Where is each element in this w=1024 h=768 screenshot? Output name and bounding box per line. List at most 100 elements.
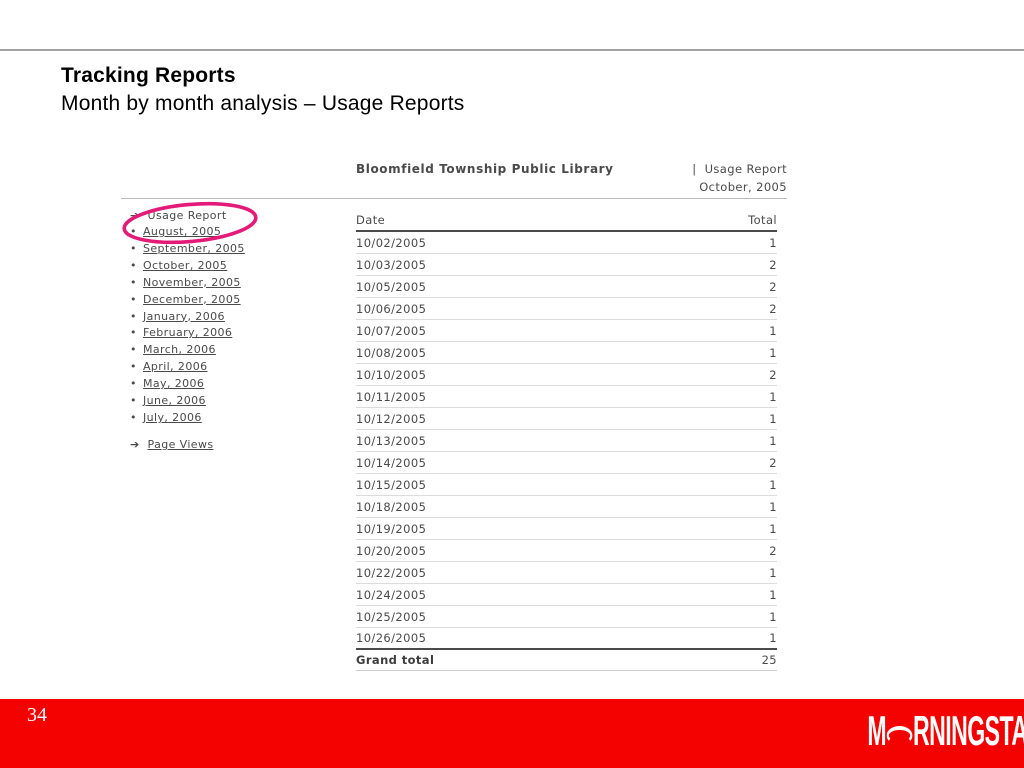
sidebar-item-page-views[interactable]: ➔ Page Views [130, 436, 340, 453]
library-name: Bloomfield Township Public Library [356, 162, 614, 176]
table-row: 10/03/2005 2 [356, 254, 777, 276]
total-cell: 1 [769, 631, 777, 645]
sidebar-month-item[interactable]: • July, 2006 [130, 410, 340, 427]
table-row: 10/13/2005 1 [356, 430, 777, 452]
sidebar-month-item[interactable]: • February, 2006 [130, 325, 340, 342]
sidebar-month-link[interactable]: December, 2005 [143, 293, 241, 306]
grand-total-row: Grand total 25 [356, 650, 777, 671]
report-divider [121, 198, 787, 199]
logo-text-suffix: RNINGSTAR [912, 707, 1024, 754]
usage-table-body: 10/02/2005 1 10/03/2005 2 10/05/2005 2 1… [356, 232, 777, 650]
report-type: | Usage Report [692, 162, 787, 176]
date-cell: 10/12/2005 [356, 412, 427, 426]
sidebar-month-link[interactable]: January, 2006 [143, 310, 225, 323]
sidebar-month-item[interactable]: • August, 2005 [130, 224, 340, 241]
sidebar-month-item[interactable]: • October, 2005 [130, 258, 340, 275]
table-row: 10/19/2005 1 [356, 518, 777, 540]
slide-subtitle: Month by month analysis – Usage Reports [61, 92, 465, 115]
sidebar-item-usage-report[interactable]: ➔ Usage Report [130, 207, 340, 224]
page-views-link[interactable]: Page Views [148, 438, 214, 451]
table-row: 10/22/2005 1 [356, 562, 777, 584]
sidebar-current-label: Usage Report [147, 209, 227, 222]
table-row: 10/08/2005 1 [356, 342, 777, 364]
sidebar-month-item[interactable]: • May, 2006 [130, 376, 340, 393]
sidebar-month-item[interactable]: • April, 2006 [130, 359, 340, 376]
table-row: 10/15/2005 1 [356, 474, 777, 496]
page-number: 34 [27, 704, 47, 726]
sidebar-month-link[interactable]: April, 2006 [143, 360, 208, 373]
slide-title: Tracking Reports [61, 64, 236, 87]
bullet-icon: • [130, 225, 137, 238]
date-cell: 10/07/2005 [356, 324, 427, 338]
report-header: Bloomfield Township Public Library | Usa… [356, 162, 787, 194]
date-cell: 10/13/2005 [356, 434, 427, 448]
date-column-header: Date [356, 213, 386, 227]
sidebar-month-item[interactable]: • March, 2006 [130, 342, 340, 359]
date-cell: 10/11/2005 [356, 390, 427, 404]
total-cell: 1 [769, 390, 777, 404]
date-cell: 10/08/2005 [356, 346, 427, 360]
date-cell: 10/15/2005 [356, 478, 427, 492]
total-column-header: Total [748, 213, 777, 227]
sidebar-month-link[interactable]: June, 2006 [143, 394, 206, 407]
sidebar-month-link[interactable]: February, 2006 [143, 326, 232, 339]
total-cell: 1 [769, 412, 777, 426]
sidebar-month-link[interactable]: July, 2006 [143, 411, 202, 424]
sidebar-month-link[interactable]: March, 2006 [143, 343, 216, 356]
table-row: 10/02/2005 1 [356, 232, 777, 254]
report-sidebar: ➔ Usage Report • August, 2005 • September,… [130, 207, 340, 453]
table-row: 10/14/2005 2 [356, 452, 777, 474]
date-cell: 10/24/2005 [356, 588, 427, 602]
sidebar-month-link[interactable]: September, 2005 [143, 242, 245, 255]
total-cell: 1 [769, 522, 777, 536]
table-row: 10/24/2005 1 [356, 584, 777, 606]
total-cell: 2 [769, 280, 777, 294]
total-cell: 1 [769, 478, 777, 492]
sidebar-month-item[interactable]: • January, 2006 [130, 309, 340, 326]
sidebar-month-link[interactable]: November, 2005 [143, 276, 241, 289]
bullet-icon: • [130, 275, 137, 289]
date-cell: 10/20/2005 [356, 544, 427, 558]
table-row: 10/11/2005 1 [356, 386, 777, 408]
total-cell: 1 [769, 324, 777, 338]
logo-text-prefix: M [867, 707, 886, 754]
date-cell: 10/03/2005 [356, 258, 427, 272]
grand-total-label: Grand total [356, 653, 435, 667]
bullet-icon: • [130, 343, 137, 357]
sidebar-month-link[interactable]: August, 2005 [143, 225, 221, 238]
date-cell: 10/10/2005 [356, 368, 427, 382]
total-cell: 1 [769, 346, 777, 360]
sidebar-month-item[interactable]: • September, 2005 [130, 241, 340, 258]
sidebar-month-item[interactable]: • June, 2006 [130, 393, 340, 410]
sidebar-month-item[interactable]: • November, 2005 [130, 275, 340, 292]
total-cell: 2 [769, 302, 777, 316]
table-row: 10/25/2005 1 [356, 606, 777, 628]
total-cell: 2 [769, 258, 777, 272]
total-cell: 1 [769, 500, 777, 514]
table-row: 10/06/2005 2 [356, 298, 777, 320]
date-cell: 10/26/2005 [356, 631, 427, 645]
total-cell: 2 [769, 456, 777, 470]
total-cell: 1 [769, 610, 777, 624]
grand-total-value: 25 [761, 653, 777, 667]
date-cell: 10/18/2005 [356, 500, 427, 514]
table-header: Date Total [356, 213, 777, 232]
total-cell: 1 [769, 566, 777, 580]
table-row: 10/20/2005 2 [356, 540, 777, 562]
bullet-icon: • [130, 394, 137, 408]
bullet-icon: • [130, 326, 137, 340]
table-row: 10/12/2005 1 [356, 408, 777, 430]
bullet-icon: • [130, 309, 137, 323]
total-cell: 1 [769, 236, 777, 250]
table-row: 10/05/2005 2 [356, 276, 777, 298]
sidebar-month-link[interactable]: October, 2005 [143, 259, 227, 272]
morningstar-logo: MRNINGSTAR® [867, 710, 1024, 761]
bullet-icon: • [130, 241, 137, 255]
sidebar-month-link[interactable]: May, 2006 [143, 377, 204, 390]
date-cell: 10/25/2005 [356, 610, 427, 624]
table-row: 10/18/2005 1 [356, 496, 777, 518]
bullet-icon: • [130, 292, 137, 306]
table-row: 10/26/2005 1 [356, 628, 777, 650]
date-cell: 10/22/2005 [356, 566, 427, 580]
sidebar-month-item[interactable]: • December, 2005 [130, 292, 340, 309]
